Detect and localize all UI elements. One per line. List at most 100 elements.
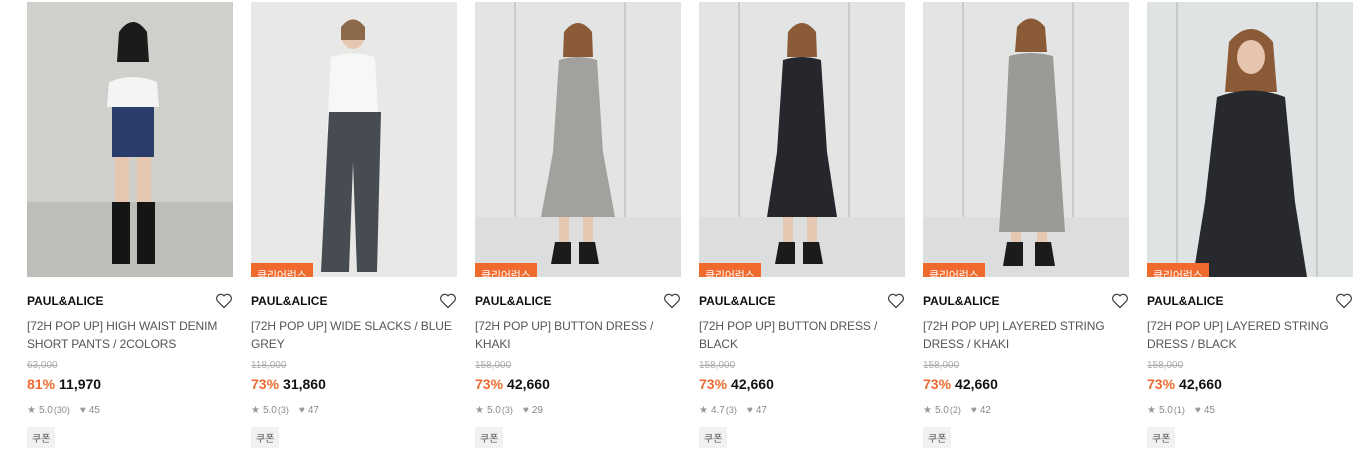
star-icon: ★ — [923, 404, 932, 416]
like-heart-icon: ♥ — [522, 404, 529, 416]
product-card[interactable]: 클리어런스 PAUL&ALICE [72H POP UP] BUTTON DRE… — [699, 2, 905, 448]
price-row: 73% 31,860 — [251, 376, 457, 394]
rating-row: ★ 5.0 (2) ♥ 42 — [923, 403, 1129, 417]
original-price: 158,000 — [699, 360, 736, 371]
like-count: 47 — [755, 404, 767, 416]
review-count: (3) — [501, 405, 513, 415]
original-price: 158,000 — [1147, 360, 1184, 371]
wishlist-heart-icon[interactable] — [1111, 293, 1129, 309]
coupon-tag: 쿠폰 — [27, 427, 56, 448]
product-image[interactable]: 클리어런스 — [1147, 2, 1353, 277]
rating-value: 4.7 — [710, 404, 725, 416]
like-heart-icon: ♥ — [298, 404, 305, 416]
like-heart-icon: ♥ — [79, 404, 86, 416]
review-count: (1) — [1173, 405, 1185, 415]
brand-name[interactable]: PAUL&ALICE — [923, 294, 999, 308]
sale-price: 11,970 — [59, 376, 102, 392]
review-count: (2) — [949, 405, 961, 415]
product-card[interactable]: PAUL&ALICE [72H POP UP] HIGH WAIST DENIM… — [27, 2, 233, 448]
original-price: 158,000 — [475, 360, 512, 371]
wishlist-heart-icon[interactable] — [1335, 293, 1353, 309]
price-row: 73% 42,660 — [699, 376, 905, 394]
product-card[interactable]: 클리어런스 PAUL&ALICE [72H POP UP] LAYERED ST… — [923, 2, 1129, 448]
review-count: (30) — [53, 405, 70, 415]
review-count: (3) — [725, 405, 737, 415]
product-name[interactable]: [72H POP UP] HIGH WAIST DENIM SHORT PANT… — [27, 317, 233, 353]
rating-row: ★ 5.0 (1) ♥ 45 — [1147, 403, 1353, 417]
original-price: 118,000 — [251, 360, 287, 371]
product-name[interactable]: [72H POP UP] BUTTON DRESS / KHAKI — [475, 317, 681, 353]
price-row: 73% 42,660 — [1147, 376, 1353, 394]
wishlist-heart-icon[interactable] — [663, 293, 681, 309]
rating-row: ★ 5.0 (3) ♥ 47 — [251, 403, 457, 417]
discount-rate: 73% — [923, 376, 952, 392]
clearance-badge: 클리어런스 — [923, 263, 985, 277]
price-row: 81% 11,970 — [27, 376, 233, 394]
product-image[interactable]: 클리어런스 — [923, 2, 1129, 277]
like-count: 45 — [88, 404, 100, 416]
sale-price: 42,660 — [507, 376, 550, 392]
rating-row: ★ 5.0 (3) ♥ 29 — [475, 403, 681, 417]
like-count: 45 — [1203, 404, 1215, 416]
rating-row: ★ 5.0 (30) ♥ 45 — [27, 403, 233, 417]
brand-name[interactable]: PAUL&ALICE — [1147, 294, 1223, 308]
star-icon: ★ — [699, 404, 708, 416]
discount-rate: 73% — [251, 376, 280, 392]
product-name[interactable]: [72H POP UP] WIDE SLACKS / BLUE GREY — [251, 317, 457, 353]
star-icon: ★ — [1147, 404, 1156, 416]
product-card[interactable]: 클리어런스 PAUL&ALICE [72H POP UP] BUTTON DRE… — [475, 2, 681, 448]
product-name[interactable]: [72H POP UP] LAYERED STRING DRESS / KHAK… — [923, 317, 1129, 353]
rating-value: 5.0 — [1158, 404, 1173, 416]
rating-value: 5.0 — [38, 404, 53, 416]
product-card[interactable]: 클리어런스 PAUL&ALICE [72H POP UP] LAYERED ST… — [1147, 2, 1353, 448]
product-name[interactable]: [72H POP UP] BUTTON DRESS / BLACK — [699, 317, 905, 353]
wishlist-heart-icon[interactable] — [887, 293, 905, 309]
like-heart-icon: ♥ — [1194, 404, 1201, 416]
clearance-badge: 클리어런스 — [475, 263, 537, 277]
sale-price: 31,860 — [283, 376, 326, 392]
review-count: (3) — [277, 405, 289, 415]
discount-rate: 73% — [475, 376, 504, 392]
product-image[interactable]: 클리어런스 — [475, 2, 681, 277]
star-icon: ★ — [475, 404, 484, 416]
coupon-tag: 쿠폰 — [923, 427, 952, 448]
price-row: 73% 42,660 — [923, 376, 1129, 394]
product-image[interactable] — [27, 2, 233, 277]
coupon-tag: 쿠폰 — [475, 427, 504, 448]
brand-name[interactable]: PAUL&ALICE — [251, 294, 327, 308]
like-count: 47 — [307, 404, 319, 416]
like-heart-icon: ♥ — [970, 404, 977, 416]
like-count: 42 — [979, 404, 991, 416]
discount-rate: 81% — [27, 376, 56, 392]
discount-rate: 73% — [699, 376, 728, 392]
sale-price: 42,660 — [1179, 376, 1222, 392]
coupon-tag: 쿠폰 — [1147, 427, 1176, 448]
rating-row: ★ 4.7 (3) ♥ 47 — [699, 403, 905, 417]
brand-name[interactable]: PAUL&ALICE — [699, 294, 775, 308]
like-count: 29 — [531, 404, 543, 416]
coupon-tag: 쿠폰 — [251, 427, 280, 448]
rating-value: 5.0 — [486, 404, 501, 416]
star-icon: ★ — [27, 404, 36, 416]
product-name[interactable]: [72H POP UP] LAYERED STRING DRESS / BLAC… — [1147, 317, 1353, 353]
brand-name[interactable]: PAUL&ALICE — [27, 294, 103, 308]
rating-value: 5.0 — [262, 404, 277, 416]
rating-value: 5.0 — [934, 404, 949, 416]
price-row: 73% 42,660 — [475, 376, 681, 394]
discount-rate: 73% — [1147, 376, 1176, 392]
wishlist-heart-icon[interactable] — [215, 293, 233, 309]
original-price: 158,000 — [923, 360, 960, 371]
star-icon: ★ — [251, 404, 260, 416]
brand-name[interactable]: PAUL&ALICE — [475, 294, 551, 308]
original-price: 63,000 — [27, 360, 58, 371]
clearance-badge: 클리어런스 — [1147, 263, 1209, 277]
product-card[interactable]: 클리어런스 PAUL&ALICE [72H POP UP] WIDE SLACK… — [251, 2, 457, 448]
sale-price: 42,660 — [955, 376, 998, 392]
wishlist-heart-icon[interactable] — [439, 293, 457, 309]
product-image[interactable]: 클리어런스 — [699, 2, 905, 277]
sale-price: 42,660 — [731, 376, 774, 392]
product-image[interactable]: 클리어런스 — [251, 2, 457, 277]
coupon-tag: 쿠폰 — [699, 427, 728, 448]
clearance-badge: 클리어런스 — [251, 263, 313, 277]
product-grid: PAUL&ALICE [72H POP UP] HIGH WAIST DENIM… — [27, 2, 1353, 448]
